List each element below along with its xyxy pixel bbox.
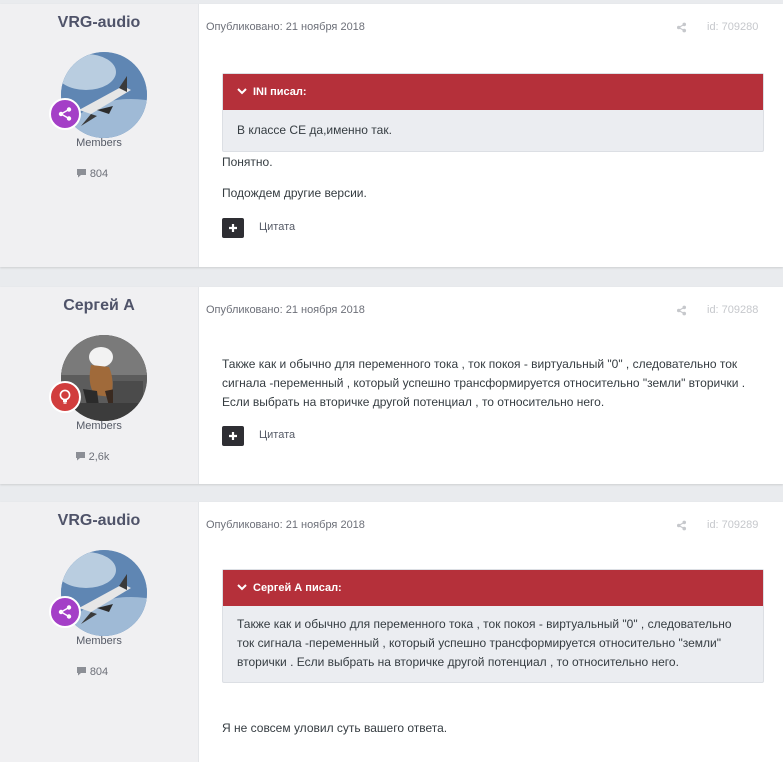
quote-text: Также как и обычно для переменного тока … [237,617,732,669]
member-group: Members [76,635,122,647]
quote-citation: INI писал: [253,86,307,98]
member-group: Members [76,137,122,149]
quote-header[interactable]: Сергей А писал: [223,570,763,606]
post: VRG-audio Members 804 Опубликовано: 21 н… [0,4,783,267]
member-group: Members [76,420,122,432]
quote-button[interactable]: Цитата [259,429,295,441]
author-name[interactable]: Сергей А [0,297,198,315]
post-paragraph: Я не совсем уловил суть вашего ответа. [222,721,448,735]
speech-bubble-icon [75,452,85,461]
multiquote-button[interactable] [222,218,244,238]
quote-text: В классе СЕ да,именно так. [237,123,392,137]
quote-block: Сергей А писал: Также как и обычно для п… [222,569,764,683]
content-count: 2,6k [0,451,184,463]
post-paragraph: Подождем другие версии. [222,186,367,200]
post-paragraph: Также как и обычно для переменного тока … [222,357,746,409]
content-count-value: 804 [89,168,109,180]
share-icon[interactable] [676,520,687,531]
quote-citation: Сергей А писал: [253,582,342,594]
group-badge [49,381,81,413]
speech-bubble-icon [76,169,86,178]
group-badge [49,98,81,130]
plus-icon [229,224,237,232]
author-panel: Сергей А Members 2,6k [0,287,199,484]
share-icon[interactable] [676,305,687,316]
speech-bubble-icon [76,667,86,676]
quote-block: INI писал: В классе СЕ да,именно так. [222,73,764,152]
quote-header[interactable]: INI писал: [223,74,763,110]
author-panel: VRG-audio Members 804 [0,4,199,267]
group-badge [49,596,81,628]
post-paragraph: Понятно. [222,155,273,169]
post-id: id: 709280 [707,21,759,33]
plus-icon [229,432,237,440]
post: VRG-audio Members 804 Опубликовано: 21 н… [0,502,783,762]
share-icon[interactable] [676,22,687,33]
share-nodes-icon [58,107,72,121]
author-name[interactable]: VRG-audio [0,14,198,32]
multiquote-button[interactable] [222,426,244,446]
share-nodes-icon [58,605,72,619]
chevron-down-icon[interactable] [237,88,247,95]
chevron-down-icon[interactable] [237,584,247,591]
content-count: 804 [0,666,184,678]
post-id: id: 709288 [707,304,759,316]
content-count-value: 804 [89,666,109,678]
lightbulb-icon [59,389,71,404]
quote-button[interactable]: Цитата [259,221,295,233]
post-date[interactable]: Опубликовано: 21 ноября 2018 [206,21,365,33]
author-name[interactable]: VRG-audio [0,512,198,530]
post-date[interactable]: Опубликовано: 21 ноября 2018 [206,519,365,531]
post-date[interactable]: Опубликовано: 21 ноября 2018 [206,304,365,316]
post-id: id: 709289 [707,519,759,531]
content-count: 804 [0,168,184,180]
author-panel: VRG-audio Members 804 [0,502,199,762]
content-count-value: 2,6k [88,451,110,463]
post: Сергей А Members 2,6k Опубликовано: 21 н… [0,287,783,484]
